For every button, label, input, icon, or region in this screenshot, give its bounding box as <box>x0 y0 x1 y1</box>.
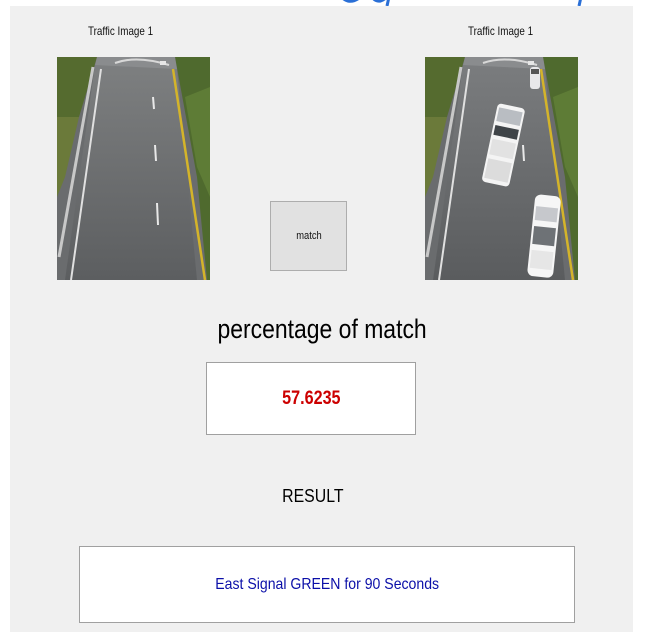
percentage-value: 57.6235 <box>281 387 341 409</box>
match-button-label: match <box>295 230 322 242</box>
traffic-image-1-label: Traffic Image 1 <box>88 24 154 38</box>
result-box: East Signal GREEN for 90 Seconds <box>79 546 575 623</box>
result-label: RESULT <box>281 486 344 506</box>
percentage-title: percentage of match <box>217 314 428 344</box>
empty-road-image <box>57 57 210 280</box>
result-text: East Signal GREEN for 90 Seconds <box>215 575 439 593</box>
percentage-value-box: 57.6235 <box>206 362 416 435</box>
match-button[interactable]: match <box>270 201 347 271</box>
traffic-image-2-label: Traffic Image 1 <box>468 24 534 38</box>
road-with-cars-image <box>425 57 578 280</box>
